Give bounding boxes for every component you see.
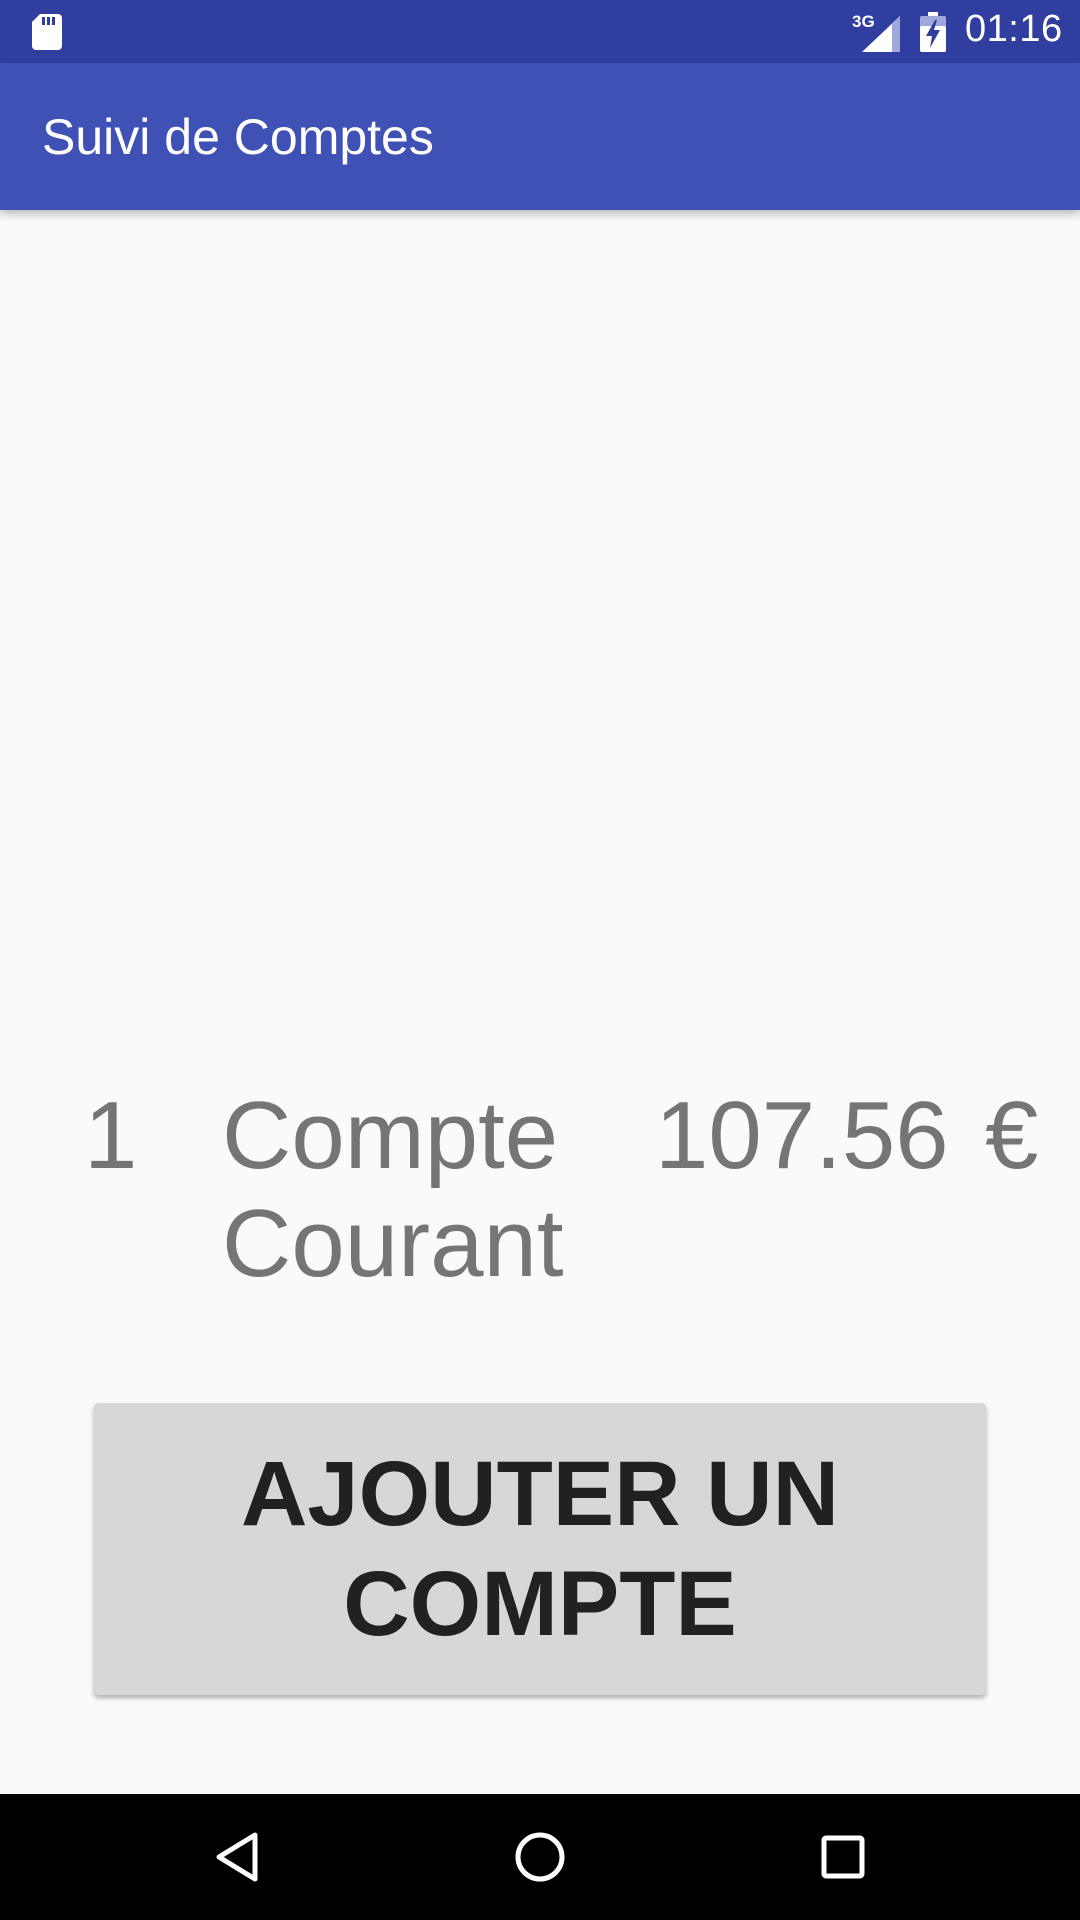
app-bar: Suivi de Comptes [0, 63, 1080, 210]
cell-signal: 3G [852, 12, 902, 52]
cell-signal-icon [862, 16, 900, 52]
back-button[interactable] [194, 1814, 280, 1900]
battery-charging-icon [920, 12, 946, 52]
app-title: Suivi de Comptes [42, 109, 434, 165]
home-icon [515, 1832, 565, 1882]
account-id: 1 [84, 1082, 138, 1189]
add-account-button[interactable]: AJOUTER UN COMPTE [94, 1403, 986, 1695]
account-row[interactable]: 1 Compte Courant 107.56 € [0, 1082, 1080, 1302]
home-button[interactable] [497, 1814, 583, 1900]
sd-card-icon [32, 14, 62, 50]
navigation-bar [0, 1794, 1080, 1920]
add-account-button-label: AJOUTER UN COMPTE [240, 1443, 840, 1655]
screen: 3G 01:16 Suivi de Comptes 1 Compte Coura… [0, 0, 1080, 1920]
recents-button[interactable] [800, 1814, 886, 1900]
status-clock: 01:16 [965, 8, 1063, 50]
back-icon [216, 1832, 258, 1882]
account-currency: € [985, 1082, 1039, 1189]
account-balance: 107.56 [655, 1082, 949, 1189]
account-name: Compte Courant [222, 1082, 564, 1297]
recents-icon [821, 1835, 865, 1879]
status-bar: 3G 01:16 [0, 0, 1080, 63]
